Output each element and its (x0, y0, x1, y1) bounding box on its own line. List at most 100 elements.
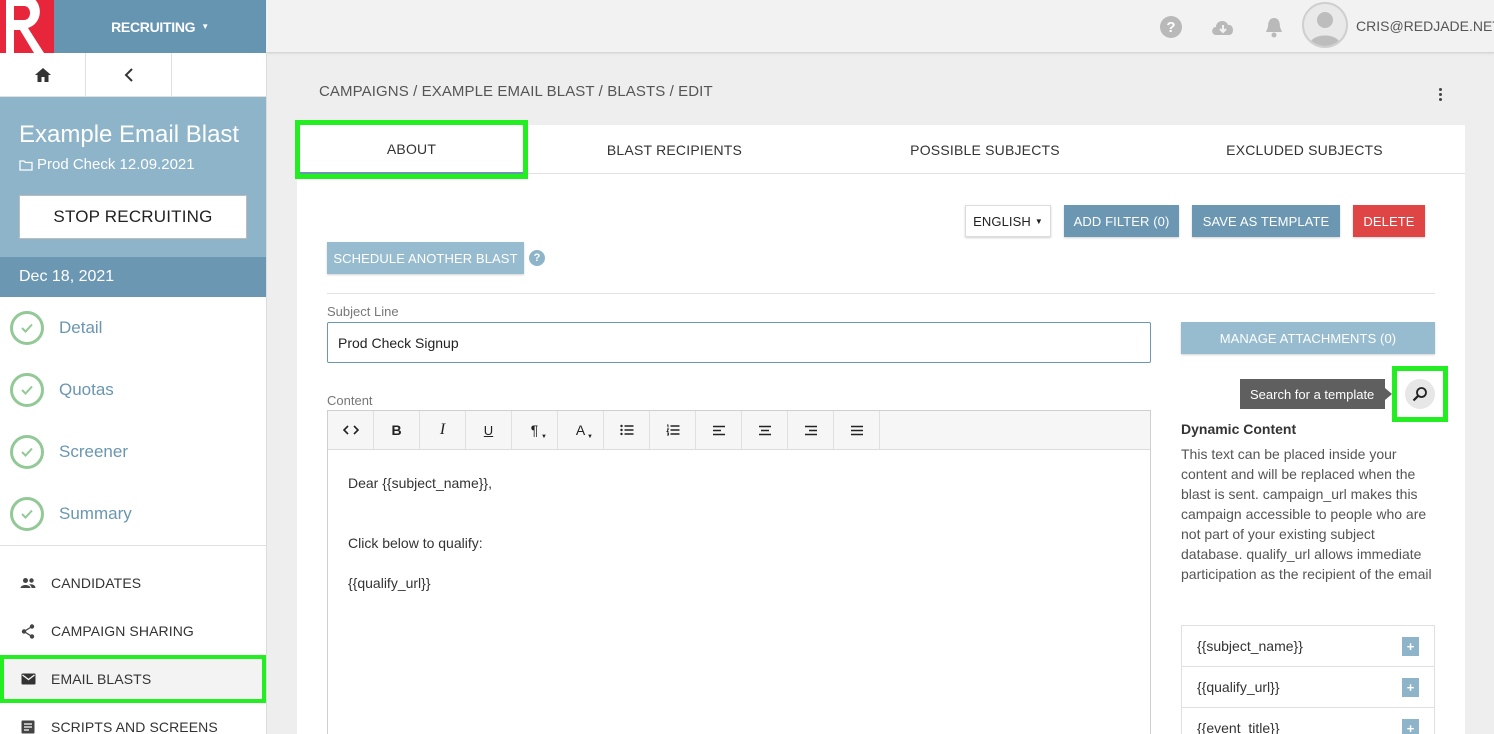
back-button[interactable] (86, 53, 172, 97)
app-logo[interactable] (0, 0, 54, 53)
align-center-button[interactable] (742, 411, 788, 449)
campaign-title: Example Email Blast (19, 121, 240, 148)
numbered-list-icon (665, 424, 679, 436)
tab-about[interactable]: ABOUT (295, 120, 528, 179)
step-summary[interactable]: Summary (0, 483, 266, 545)
dynamic-item-label: {{qualify_url}} (1197, 679, 1280, 695)
dynamic-item-event-title: {{event_title}} + (1182, 708, 1434, 734)
search-icon (1405, 379, 1435, 409)
code-view-button[interactable] (328, 411, 374, 449)
recruiting-menu-label: RECRUITING (111, 18, 196, 35)
tab-excluded-subjects[interactable]: EXCLUDED SUBJECTS (1147, 125, 1462, 174)
chevron-down-icon: ▼ (201, 22, 209, 31)
language-select[interactable]: ENGLISH ▼ (965, 205, 1051, 237)
align-center-icon (758, 425, 771, 435)
dynamic-content-title: Dynamic Content (1181, 421, 1297, 437)
sidebar-item-label: EMAIL BLASTS (51, 671, 152, 687)
subject-line-input[interactable]: Prod Check Signup (327, 322, 1151, 363)
italic-icon: I (439, 421, 446, 438)
step-detail[interactable]: Detail (0, 297, 266, 359)
people-icon (19, 574, 37, 592)
numbered-list-button[interactable] (650, 411, 696, 449)
dynamic-content-list: {{subject_name}} + {{qualify_url}} + {{e… (1181, 625, 1435, 734)
sidebar-item-label: SCRIPTS AND SCREENS (51, 719, 218, 734)
dynamic-item-subject-name: {{subject_name}} + (1182, 626, 1434, 667)
content-editor[interactable]: B I U ¶ ▼ A ▼ Dear {{subject_name}}, Click… (327, 410, 1151, 734)
content-line: Dear {{subject_name}}, (348, 475, 492, 491)
add-filter-button[interactable]: ADD FILTER (0) (1064, 205, 1179, 237)
folder-icon (19, 159, 33, 171)
cloud-download-icon[interactable] (1210, 15, 1234, 39)
step-label: Quotas (59, 380, 114, 399)
stop-recruiting-button[interactable]: STOP RECRUITING (19, 195, 247, 239)
paragraph-style-button[interactable]: ¶ ▼ (512, 411, 558, 449)
caret-down-icon: ▼ (587, 434, 593, 440)
search-template-button[interactable] (1392, 366, 1448, 422)
check-icon (10, 435, 44, 469)
code-icon (342, 425, 359, 435)
align-right-icon (804, 425, 817, 435)
schedule-another-blast-button[interactable]: SCHEDULE ANOTHER BLAST (327, 242, 524, 274)
step-label: Summary (59, 504, 132, 523)
manage-attachments-button[interactable]: MANAGE ATTACHMENTS (0) (1181, 322, 1435, 354)
campaign-folder-label: Prod Check 12.09.2021 (37, 156, 195, 173)
content-label: Content (327, 393, 373, 408)
check-icon (10, 497, 44, 531)
sidebar-item-label: CANDIDATES (51, 575, 142, 591)
campaign-folder: Prod Check 12.09.2021 (19, 156, 247, 173)
italic-button[interactable]: I (420, 411, 466, 449)
sidebar: Example Email Blast Prod Check 12.09.202… (0, 53, 267, 734)
tab-possible-subjects[interactable]: POSSIBLE SUBJECTS (825, 125, 1145, 174)
chevron-left-icon (124, 68, 133, 82)
help-icon[interactable]: ? (529, 250, 545, 266)
editor-toolbar: B I U ¶ ▼ A ▼ (328, 411, 1150, 450)
step-label: Detail (59, 318, 103, 337)
bullet-list-icon (619, 424, 633, 436)
more-options-icon[interactable] (1432, 84, 1448, 104)
bell-icon[interactable] (1263, 15, 1287, 39)
user-email[interactable]: CRIS@REDJADE.NET (1356, 18, 1494, 34)
add-dynamic-button[interactable]: + (1402, 636, 1419, 656)
editor-body[interactable]: Dear {{subject_name}}, Click below to qu… (328, 450, 1150, 636)
sidebar-item-scripts-and-screens[interactable]: SCRIPTS AND SCREENS (0, 703, 266, 734)
campaign-date: Dec 18, 2021 (0, 257, 266, 297)
dynamic-content-description: This text can be placed inside your cont… (1181, 446, 1432, 582)
bold-icon: B (391, 422, 402, 438)
document-icon (19, 718, 37, 734)
sidebar-nav (0, 53, 266, 97)
align-left-icon (712, 425, 725, 435)
share-icon (19, 622, 37, 640)
help-icon[interactable]: ? (1159, 15, 1183, 39)
language-select-value: ENGLISH (973, 213, 1031, 229)
add-dynamic-button[interactable]: + (1402, 677, 1419, 697)
step-quotas[interactable]: Quotas (0, 359, 266, 421)
section-divider (327, 293, 1435, 294)
sidebar-links: CANDIDATES CAMPAIGN SHARING EMAIL BLASTS… (0, 546, 266, 734)
recruiting-menu[interactable]: RECRUITING ▼ (54, 0, 266, 53)
delete-button[interactable]: DELETE (1353, 205, 1425, 237)
breadcrumb[interactable]: CAMPAIGNS / EXAMPLE EMAIL BLAST / BLASTS… (319, 83, 713, 100)
caret-down-icon: ▼ (1034, 216, 1043, 226)
subject-line-label: Subject Line (327, 304, 399, 319)
save-as-template-button[interactable]: SAVE AS TEMPLATE (1192, 205, 1340, 237)
align-right-button[interactable] (788, 411, 834, 449)
check-icon (10, 373, 44, 407)
home-button[interactable] (0, 53, 86, 97)
user-avatar[interactable] (1302, 2, 1348, 48)
bold-button[interactable]: B (374, 411, 420, 449)
caret-down-icon: ▼ (541, 434, 547, 440)
bullet-list-button[interactable] (604, 411, 650, 449)
justify-icon (850, 425, 863, 435)
sidebar-item-campaign-sharing[interactable]: CAMPAIGN SHARING (0, 607, 266, 655)
font-color-button[interactable]: A ▼ (558, 411, 604, 449)
sidebar-item-candidates[interactable]: CANDIDATES (0, 559, 266, 607)
justify-button[interactable] (834, 411, 880, 449)
tab-blast-recipients[interactable]: BLAST RECIPIENTS (527, 125, 822, 174)
underline-button[interactable]: U (466, 411, 512, 449)
step-screener[interactable]: Screener (0, 421, 266, 483)
search-template-tooltip: Search for a template (1240, 379, 1392, 409)
home-icon (34, 68, 51, 82)
align-left-button[interactable] (696, 411, 742, 449)
add-dynamic-button[interactable]: + (1402, 718, 1419, 734)
sidebar-item-email-blasts[interactable]: EMAIL BLASTS (0, 655, 266, 703)
